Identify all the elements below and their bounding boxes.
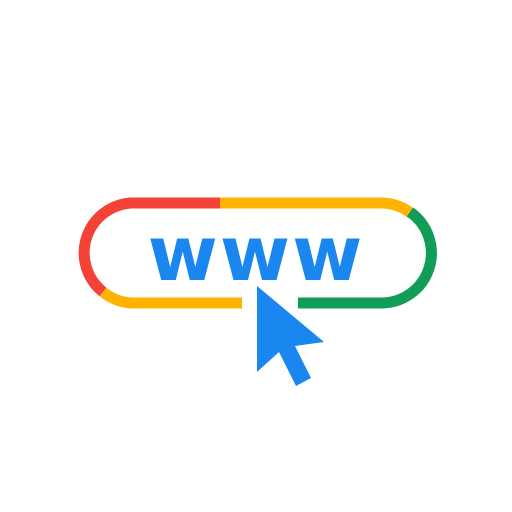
www-cursor-icon: www — [78, 197, 437, 391]
web-icon-canvas: www — [0, 0, 512, 512]
